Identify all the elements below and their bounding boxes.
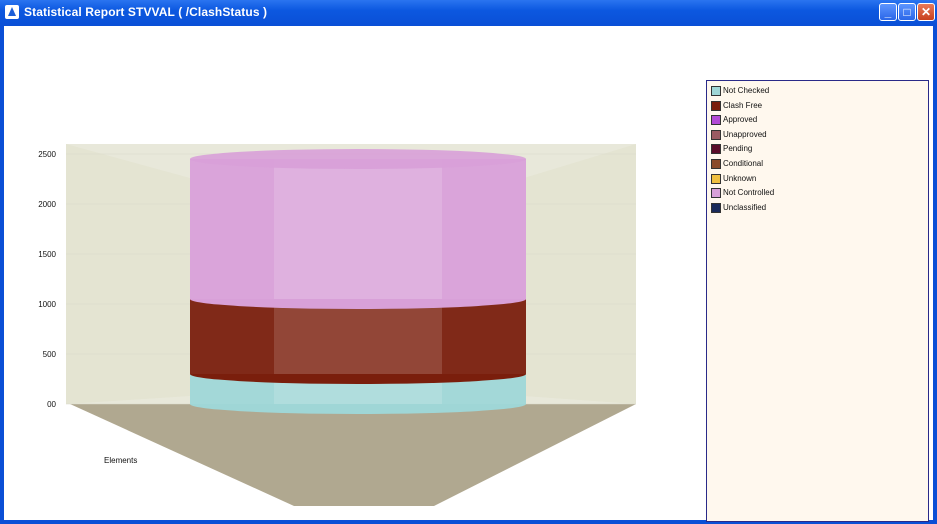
legend-label: Clash Free (723, 100, 763, 110)
y-axis-ticks: 00 500 1000 1500 2000 2500 (38, 150, 56, 409)
minimize-button[interactable]: _ (879, 3, 897, 21)
bar-segment (190, 159, 526, 309)
chart-area: 00 500 1000 1500 2000 2500 Elements Not Check… (4, 26, 933, 522)
y-tick-label: 2500 (38, 150, 56, 159)
legend-swatch (711, 202, 721, 213)
right-wall (524, 144, 636, 404)
legend-label: Not Controlled (723, 188, 775, 198)
y-tick-label: 00 (47, 400, 56, 409)
bar-shade (442, 299, 526, 374)
bar-shade (274, 299, 442, 374)
app-icon (5, 5, 19, 19)
maximize-button[interactable]: □ (898, 3, 916, 21)
chart-floor (70, 404, 636, 506)
legend-swatch (711, 100, 721, 111)
legend-label: Unapproved (723, 129, 767, 139)
y-tick-label: 500 (43, 350, 57, 359)
legend-swatch (711, 144, 721, 155)
legend-label: Pending (723, 144, 753, 154)
title-bar[interactable]: Statistical Report STVVAL ( /ClashStatus… (0, 0, 937, 26)
legend-label: Approved (723, 115, 758, 125)
bar-shade (190, 159, 274, 299)
y-tick-label: 1500 (38, 250, 56, 259)
x-axis-label: Elements (104, 456, 137, 465)
legend-label: Unclassified (723, 202, 767, 212)
legend-label: Conditional (723, 159, 764, 168)
legend-swatch (711, 159, 721, 169)
bar-segment (190, 299, 526, 384)
legend-swatch (711, 129, 721, 140)
legend-swatch (711, 86, 721, 96)
y-tick-label: 1000 (38, 300, 56, 309)
legend-label: Unknown (723, 173, 757, 183)
legend-swatch (711, 173, 721, 184)
window-title: Statistical Report STVVAL ( /ClashStatus… (24, 5, 268, 19)
left-wall (66, 144, 190, 404)
legend-swatch (711, 115, 721, 126)
bar-shade (442, 159, 526, 299)
y-tick-label: 2000 (38, 200, 56, 209)
legend-swatch (711, 188, 721, 199)
bar-shade (274, 159, 442, 299)
legend-label: Not Checked (723, 86, 770, 95)
bar-shade (190, 299, 274, 374)
chart-legend: Not Checked Clash Free Approved Unapproved P… (706, 80, 929, 522)
close-button[interactable]: ✕ (917, 3, 935, 21)
report-window: Statistical Report STVVAL ( /ClashStatus… (0, 0, 937, 524)
bar-top-cap (190, 149, 526, 169)
bars-group (190, 149, 526, 414)
